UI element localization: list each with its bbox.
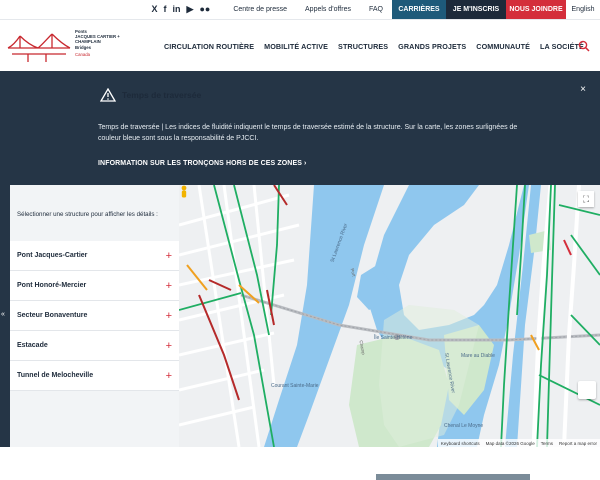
structure-list: Pont Jacques-Cartier + Pont Honoré-Mercie… [10, 241, 179, 391]
plus-icon[interactable]: + [166, 280, 172, 292]
logo-wordmark: Ponts JACQUES CARTIER + CHAMPLAIN Bridge… [75, 29, 120, 57]
nav-active-mobility[interactable]: MOBILITÉ ACTIVE [264, 42, 328, 51]
nav-major-projects[interactable]: GRANDS PROJETS [398, 42, 466, 51]
pegman-icon[interactable] [179, 185, 189, 199]
nav-traffic[interactable]: CIRCULATION ROUTIÈRE [164, 42, 254, 51]
nav-community[interactable]: COMMUNAUTÉ [476, 42, 530, 51]
careers-button[interactable]: CARRIÈRES [392, 0, 446, 19]
map-label-chenal: Chenal Le Moyne [444, 423, 484, 429]
collapse-panel-icon[interactable]: « [1, 311, 5, 318]
flickr-icon[interactable]: ●● [199, 5, 210, 14]
plus-icon[interactable]: + [166, 250, 172, 262]
youtube-icon[interactable]: ▶ [187, 5, 194, 14]
list-item[interactable]: Tunnel de Melocheville + [10, 361, 179, 391]
site-header: Ponts JACQUES CARTIER + CHAMPLAIN Bridge… [0, 19, 600, 71]
banner-link[interactable]: INFORMATION SUR LES TRONÇONS HORS DE CES… [98, 160, 306, 167]
nav-structures[interactable]: STRUCTURES [338, 42, 388, 51]
bottom-image [376, 474, 530, 480]
language-toggle[interactable]: English [566, 6, 600, 13]
warning-icon [100, 88, 116, 102]
utility-bar: X f in ▶ ●● Centre de presse Appels d'of… [0, 0, 600, 19]
fullscreen-button[interactable]: ⛶ [578, 191, 594, 207]
banner-heading: Temps de traversée [100, 88, 201, 102]
traffic-map[interactable]: St Lawrence River St Lawrence River Cour… [179, 185, 600, 447]
faq-link[interactable]: FAQ [360, 6, 392, 13]
press-link[interactable]: Centre de presse [224, 6, 296, 13]
main-nav: CIRCULATION ROUTIÈRE MOBILITÉ ACTIVE STR… [164, 20, 584, 72]
panel-intro: Sélectionner une structure pour afficher… [17, 211, 158, 218]
signup-button[interactable]: JE M'INSCRIS [446, 0, 506, 19]
map-label-mare: Mare au Diable [461, 353, 495, 359]
list-item[interactable]: Pont Honoré-Mercier + [10, 271, 179, 301]
chevron-right-icon: › [304, 160, 307, 167]
close-icon[interactable]: × [580, 84, 586, 95]
plus-icon[interactable]: + [166, 340, 172, 352]
x-icon[interactable]: X [152, 5, 158, 14]
social-links: X f in ▶ ●● [152, 5, 211, 14]
banner-description: Temps de traversée | Les indices de flui… [98, 124, 518, 142]
tenders-link[interactable]: Appels d'offres [296, 6, 360, 13]
map-label-island: Île Sainte-Hélène [374, 335, 413, 341]
report-error-link[interactable]: Report a map error [559, 441, 597, 446]
map-label-current: Courant Sainte-Marie [271, 383, 319, 389]
compass-icon[interactable] [578, 381, 596, 399]
map-canvas[interactable] [179, 185, 600, 447]
map-data-text: Map data ©2026 Google [485, 440, 535, 446]
list-item[interactable]: Secteur Bonaventure + [10, 301, 179, 331]
facebook-icon[interactable]: f [164, 5, 167, 14]
search-icon[interactable] [578, 40, 590, 52]
plus-icon[interactable]: + [166, 370, 172, 382]
banner-title: Temps de traversée [122, 90, 202, 100]
structure-panel: Sélectionner une structure pour afficher… [0, 185, 179, 447]
list-item[interactable]: Pont Jacques-Cartier + [10, 241, 179, 271]
keyboard-shortcuts-link[interactable]: Keyboard shortcuts [441, 441, 480, 446]
linkedin-icon[interactable]: in [173, 5, 181, 14]
contact-button[interactable]: NOUS JOINDRE [506, 0, 566, 19]
plus-icon[interactable]: + [166, 310, 172, 322]
map-attribution: Keyboard shortcuts Map data ©2026 Google… [437, 439, 600, 447]
list-item[interactable]: Estacade + [10, 331, 179, 361]
terms-link[interactable]: Terms [541, 441, 553, 446]
